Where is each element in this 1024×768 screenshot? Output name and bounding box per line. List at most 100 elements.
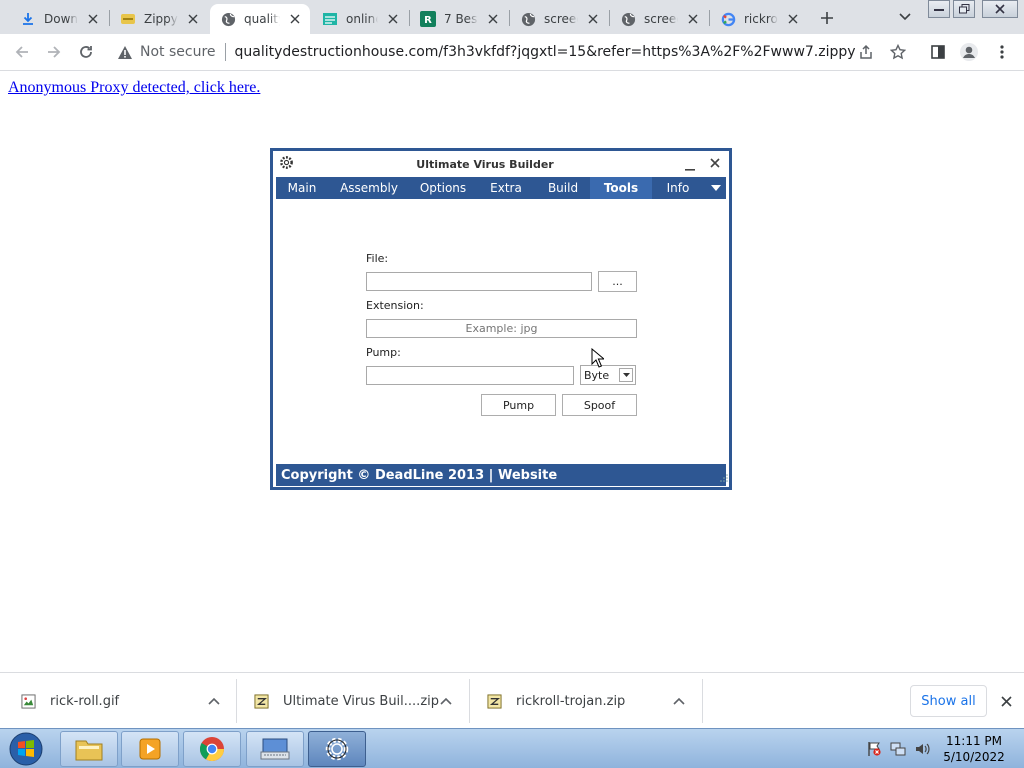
file-input[interactable] bbox=[366, 272, 592, 291]
share-icon bbox=[860, 44, 872, 59]
menu-item-tools[interactable]: Tools bbox=[590, 177, 652, 199]
tab-quality-active[interactable]: quality bbox=[210, 4, 310, 34]
tab-online[interactable]: online bbox=[312, 4, 408, 34]
app-footer[interactable]: Copyright © DeadLine 2013 | Website bbox=[276, 464, 726, 486]
menu-item-options[interactable]: Options bbox=[410, 177, 476, 199]
tab-screec-1[interactable]: screec bbox=[510, 4, 608, 34]
rr-icon: R bbox=[420, 11, 436, 27]
zippyshare-icon bbox=[120, 11, 136, 27]
restore-icon bbox=[958, 4, 969, 14]
arrow-left-icon bbox=[15, 46, 28, 58]
close-download-shelf-button[interactable] bbox=[998, 693, 1014, 709]
tab-zippyshare[interactable]: Zippys bbox=[110, 4, 208, 34]
caret-down-icon bbox=[711, 185, 721, 191]
tab-strip: Downl Zippys quality online bbox=[0, 0, 1024, 34]
tab-close-icon[interactable] bbox=[784, 10, 802, 28]
side-panel-button[interactable] bbox=[926, 40, 950, 64]
extension-label: Extension: bbox=[366, 299, 424, 312]
mouse-cursor-icon bbox=[591, 347, 606, 372]
menu-item-build[interactable]: Build bbox=[536, 177, 590, 199]
minimize-icon bbox=[685, 169, 695, 171]
gear-icon bbox=[325, 737, 349, 761]
globe-icon bbox=[220, 11, 236, 27]
tab-close-icon[interactable] bbox=[384, 10, 402, 28]
windows-logo-icon bbox=[9, 732, 43, 766]
menu-button[interactable] bbox=[990, 40, 1014, 64]
taskbar-chrome[interactable] bbox=[183, 731, 241, 767]
download-item-ultimate-virus-builder-zip[interactable]: Ultimate Virus Buil....zip bbox=[253, 673, 469, 729]
taskbar-virus-builder[interactable] bbox=[308, 731, 366, 767]
tab-close-icon[interactable] bbox=[584, 10, 602, 28]
clock-date: 5/10/2022 bbox=[943, 750, 1005, 764]
reload-button[interactable] bbox=[74, 40, 98, 64]
back-button[interactable] bbox=[10, 40, 34, 64]
close-icon bbox=[1000, 695, 1012, 707]
volume-icon[interactable] bbox=[914, 741, 930, 757]
app-titlebar[interactable]: Ultimate Virus Builder bbox=[273, 151, 729, 177]
pump-size-input[interactable] bbox=[366, 366, 574, 385]
taskbar-media-player[interactable] bbox=[121, 731, 179, 767]
tab-screec-2[interactable]: screec bbox=[610, 4, 708, 34]
image-file-icon bbox=[20, 693, 36, 709]
close-icon bbox=[710, 158, 720, 168]
download-shelf: rick-roll.gif Ultimate Virus Buil....zip… bbox=[0, 672, 1024, 728]
tab-downloads[interactable]: Downl bbox=[10, 4, 108, 34]
proxy-link[interactable]: Anonymous Proxy detected, click here. bbox=[8, 79, 260, 97]
menu-item-extra[interactable]: Extra bbox=[476, 177, 536, 199]
app-close-button[interactable] bbox=[707, 155, 723, 171]
share-button[interactable] bbox=[854, 40, 878, 64]
pump-label: Pump: bbox=[366, 346, 401, 359]
unit-select[interactable]: Byte bbox=[580, 365, 636, 385]
profile-button[interactable] bbox=[957, 40, 981, 64]
media-player-icon bbox=[139, 738, 161, 760]
tab-close-icon[interactable] bbox=[484, 10, 502, 28]
tab-rickroll[interactable]: rickrol bbox=[710, 4, 808, 34]
tab-search-button[interactable] bbox=[894, 6, 916, 28]
taskbar-clock[interactable]: 11:11 PM 5/10/2022 bbox=[936, 733, 1012, 765]
tab-7-best[interactable]: R 7 Best bbox=[410, 4, 508, 34]
show-all-downloads-button[interactable]: Show all bbox=[910, 685, 987, 717]
tab-close-icon[interactable] bbox=[184, 10, 202, 28]
reload-icon bbox=[80, 46, 92, 58]
window-close-button[interactable] bbox=[982, 0, 1018, 18]
star-icon bbox=[890, 44, 906, 60]
download-item-rickroll-trojan-zip[interactable]: rickroll-trojan.zip bbox=[486, 673, 702, 729]
window-minimize-button[interactable] bbox=[928, 0, 950, 18]
spoof-button[interactable]: Spoof bbox=[562, 394, 637, 416]
address-bar[interactable]: Not secure qualitydestructionhouse.com/f… bbox=[108, 37, 920, 67]
start-button[interactable] bbox=[6, 731, 46, 767]
chevron-up-icon[interactable] bbox=[438, 693, 454, 709]
browse-button[interactable]: ... bbox=[598, 271, 637, 292]
file-label: File: bbox=[366, 252, 389, 265]
chevron-up-icon[interactable] bbox=[206, 693, 222, 709]
network-icon[interactable] bbox=[890, 741, 906, 757]
app-minimize-button[interactable] bbox=[682, 155, 698, 171]
forward-button[interactable] bbox=[42, 40, 66, 64]
extension-input[interactable] bbox=[366, 319, 637, 338]
chevron-up-icon[interactable] bbox=[671, 693, 687, 709]
menu-item-main[interactable]: Main bbox=[276, 177, 328, 199]
taskbar-explorer[interactable] bbox=[60, 731, 118, 767]
menu-item-assembly[interactable]: Assembly bbox=[328, 177, 410, 199]
pump-button[interactable]: Pump bbox=[481, 394, 556, 416]
virus-builder-window: Ultimate Virus Builder Main Assembly Opt… bbox=[270, 148, 732, 490]
app-title: Ultimate Virus Builder bbox=[416, 158, 554, 171]
menu-dropdown-button[interactable] bbox=[708, 180, 724, 196]
menu-item-info[interactable]: Info bbox=[652, 177, 704, 199]
action-center-flag-icon[interactable] bbox=[866, 741, 882, 757]
new-tab-button[interactable] bbox=[815, 6, 839, 30]
tab-close-icon[interactable] bbox=[286, 10, 304, 28]
tab-close-icon[interactable] bbox=[84, 10, 102, 28]
window-restore-button[interactable] bbox=[953, 0, 975, 18]
globe-icon bbox=[520, 11, 536, 27]
resize-grip-icon[interactable] bbox=[720, 467, 728, 486]
tab-close-icon[interactable] bbox=[684, 10, 702, 28]
security-label: Not secure bbox=[140, 44, 216, 60]
bookmark-button[interactable] bbox=[886, 40, 910, 64]
taskbar-on-screen-keyboard[interactable] bbox=[246, 731, 304, 767]
url-text[interactable]: qualitydestructionhouse.com/f3h3vkfdf?jq… bbox=[235, 44, 855, 60]
download-item-rick-roll-gif[interactable]: rick-roll.gif bbox=[20, 673, 236, 729]
download-filename: rickroll-trojan.zip bbox=[516, 693, 626, 709]
minimize-icon bbox=[934, 9, 944, 11]
warning-icon[interactable] bbox=[116, 45, 134, 60]
